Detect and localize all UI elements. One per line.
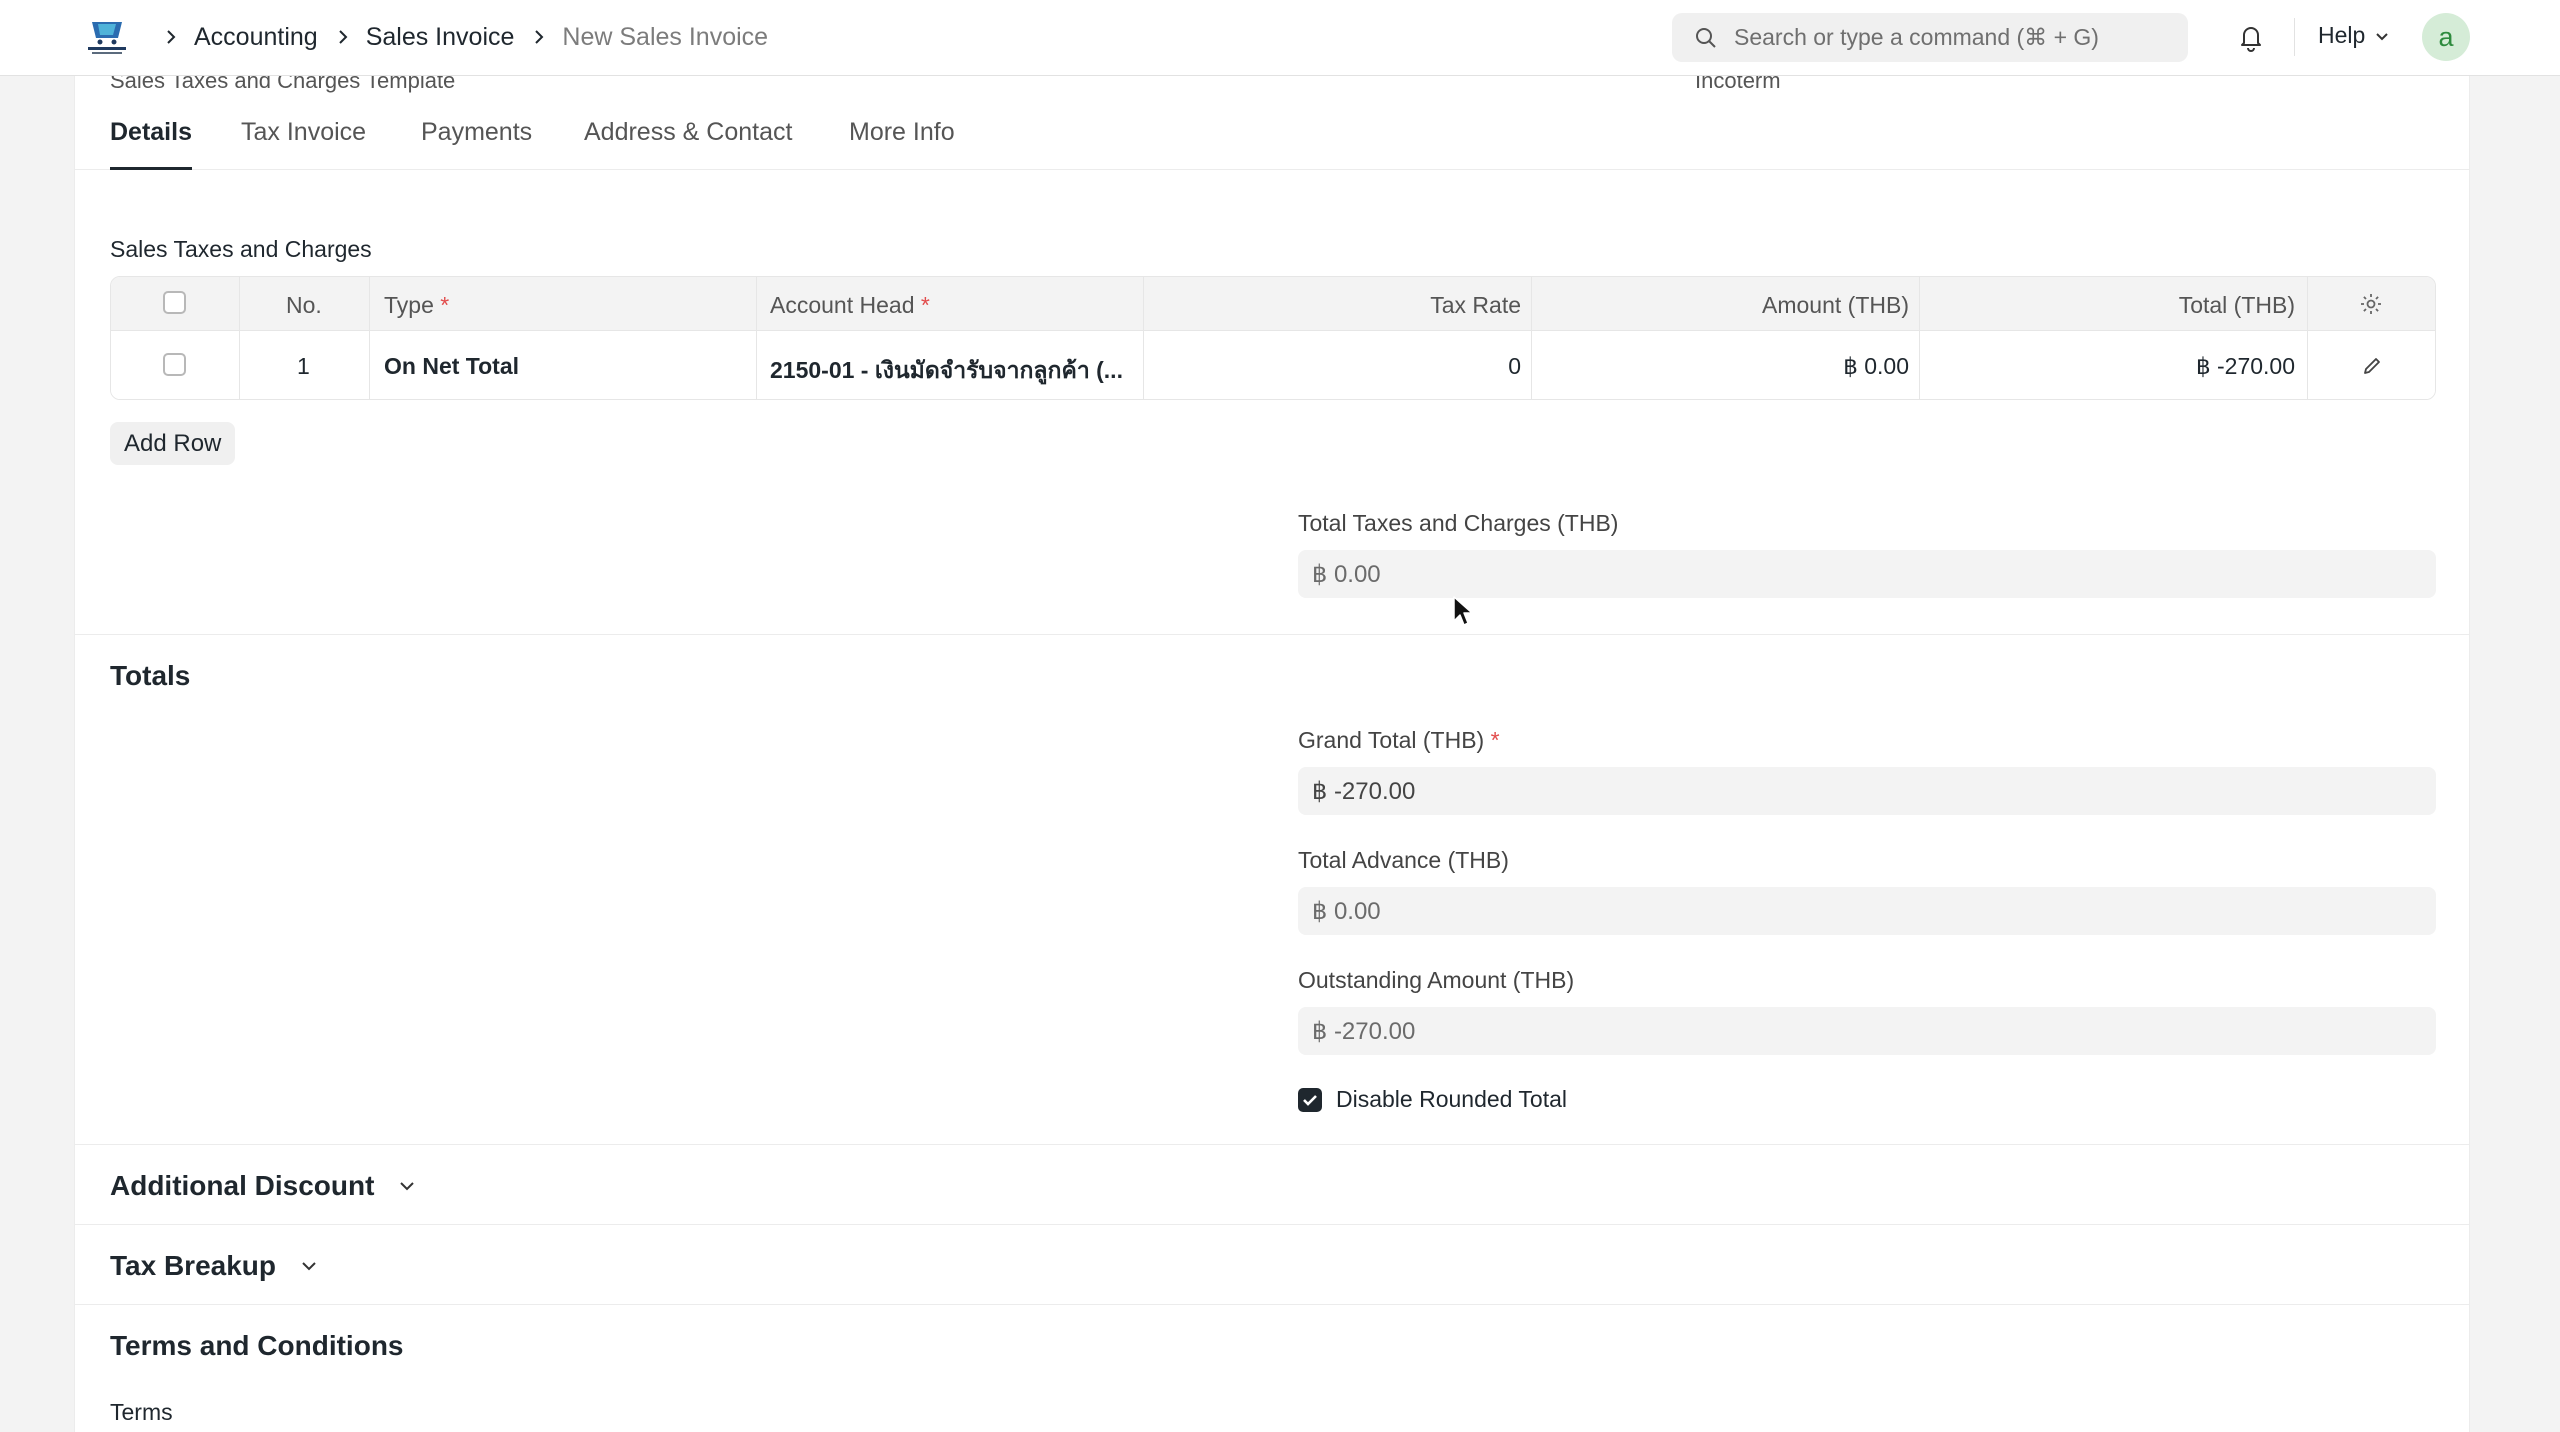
search-input[interactable]: Search or type a command (⌘ + G)	[1672, 13, 2188, 62]
navbar: Accounting Sales Invoice New Sales Invoi…	[0, 0, 2560, 76]
row-checkbox[interactable]	[163, 353, 186, 376]
terms-title-text: Terms and Conditions	[110, 1330, 404, 1361]
chevron-down-icon	[2376, 32, 2389, 40]
col-divider	[1919, 277, 1920, 330]
col-divider	[1531, 277, 1532, 330]
col-divider	[1143, 331, 1144, 399]
disable-rounded-total-label[interactable]: Disable Rounded Total	[1336, 1086, 1567, 1113]
additional-discount-section[interactable]: Additional Discount	[110, 1170, 418, 1202]
search-placeholder: Search or type a command (⌘ + G)	[1734, 24, 2099, 50]
row-amount[interactable]: ฿ 0.00	[1843, 353, 1909, 380]
app-logo-icon[interactable]	[84, 16, 130, 60]
section-divider	[75, 634, 2469, 635]
taxes-table: No. Type * Account Head * Tax Rate Amoun…	[110, 276, 2436, 400]
totals-title-text: Totals	[110, 660, 191, 691]
col-divider	[2307, 277, 2308, 330]
col-tax-rate: Tax Rate	[1430, 292, 1521, 318]
table-header: No. Type * Account Head * Tax Rate Amoun…	[111, 277, 2435, 331]
checkmark-icon	[1303, 1095, 1317, 1106]
col-divider	[239, 277, 240, 330]
col-divider	[1919, 331, 1920, 399]
nav-divider	[2294, 18, 2295, 56]
chevron-right-icon	[338, 30, 348, 44]
outstanding-amount-label: Outstanding Amount (THB)	[1298, 967, 1575, 993]
col-divider	[1143, 277, 1144, 330]
bell-icon[interactable]	[2236, 22, 2266, 52]
chevron-right-icon	[535, 30, 544, 44]
tab-details[interactable]: Details	[110, 118, 192, 147]
form-card: Sales Taxes and Charges Template Incoter…	[74, 76, 2470, 1432]
table-row[interactable]: 1 On Net Total 2150-01 - เงินมัดจำรับจาก…	[111, 331, 2435, 399]
chevron-right-icon	[167, 30, 176, 44]
col-divider	[756, 277, 757, 330]
help-dropdown[interactable]: Help	[2318, 22, 2391, 49]
required-mark: *	[440, 292, 450, 318]
outstanding-amount-field: ฿ -270.00	[1298, 1007, 2436, 1055]
gear-icon[interactable]	[2359, 292, 2383, 316]
col-divider	[756, 331, 757, 399]
col-account-head-label: Account Head	[770, 292, 915, 318]
grand-total-label: Grand Total (THB) *	[1298, 727, 1500, 754]
required-mark: *	[920, 292, 930, 318]
section-divider	[75, 1144, 2469, 1145]
breadcrumb: Accounting Sales Invoice New Sales Invoi…	[160, 0, 782, 74]
avatar[interactable]: a	[2422, 13, 2470, 61]
section-divider	[75, 1224, 2469, 1225]
add-row-button[interactable]: Add Row	[110, 422, 236, 465]
additional-discount-title: Additional Discount	[110, 1170, 375, 1201]
terms-section-title: Terms and Conditions	[110, 1330, 404, 1362]
row-tax-rate[interactable]: 0	[1508, 353, 1521, 380]
breadcrumb-sales-invoice[interactable]: Sales Invoice	[366, 23, 515, 52]
form-tabs: Details Tax Invoice Payments Address & C…	[75, 76, 2469, 170]
breadcrumb-accounting[interactable]: Accounting	[194, 23, 318, 52]
disable-rounded-total-checkbox[interactable]	[1298, 1088, 1322, 1112]
col-divider	[239, 331, 240, 399]
chevron-down-icon	[400, 1182, 415, 1191]
tab-address-contact[interactable]: Address & Contact	[584, 118, 792, 147]
col-amount: Amount (THB)	[1762, 292, 1909, 318]
breadcrumb-current: New Sales Invoice	[562, 22, 769, 51]
total-taxes-label: Total Taxes and Charges (THB)	[1298, 510, 1619, 536]
grand-total-field: ฿ -270.00	[1298, 767, 2436, 815]
search-icon	[1696, 27, 1716, 48]
chevron-down-icon	[302, 1262, 316, 1271]
select-all-checkbox[interactable]	[163, 291, 186, 314]
totals-title: Totals	[110, 660, 190, 692]
required-mark: *	[1490, 727, 1500, 753]
col-type: Type *	[384, 292, 449, 319]
total-advance-label: Total Advance (THB)	[1298, 847, 1509, 873]
section-divider	[75, 1304, 2469, 1305]
mouse-cursor-icon	[1453, 596, 1473, 626]
tax-breakup-section[interactable]: Tax Breakup	[110, 1250, 320, 1282]
taxes-section-label: Sales Taxes and Charges	[110, 236, 372, 262]
tax-breakup-title: Tax Breakup	[110, 1250, 276, 1281]
col-no: No.	[286, 292, 322, 318]
tab-tax-invoice[interactable]: Tax Invoice	[241, 118, 366, 147]
grand-total-label-text: Grand Total (THB)	[1298, 727, 1485, 753]
row-account-head[interactable]: 2150-01 - เงินมัดจำรับจากลูกค้า (...	[770, 353, 1140, 389]
row-no: 1	[297, 353, 310, 379]
row-type[interactable]: On Net Total	[384, 353, 519, 380]
edit-pencil-icon[interactable]	[2361, 355, 2383, 377]
col-account-head: Account Head *	[770, 292, 930, 319]
row-total[interactable]: ฿ -270.00	[2196, 353, 2295, 380]
tab-payments[interactable]: Payments	[421, 118, 532, 147]
col-divider	[2307, 331, 2308, 399]
col-divider	[1531, 331, 1532, 399]
active-tab-indicator	[110, 167, 192, 170]
terms-label: Terms	[110, 1399, 173, 1425]
col-total: Total (THB)	[2178, 292, 2295, 318]
total-taxes-field: ฿ 0.00	[1298, 550, 2436, 598]
help-label: Help	[2318, 22, 2366, 48]
tab-more-info[interactable]: More Info	[849, 118, 955, 147]
col-divider	[369, 331, 370, 399]
total-advance-field: ฿ 0.00	[1298, 887, 2436, 935]
col-divider	[369, 277, 370, 330]
col-type-label: Type	[384, 292, 434, 318]
